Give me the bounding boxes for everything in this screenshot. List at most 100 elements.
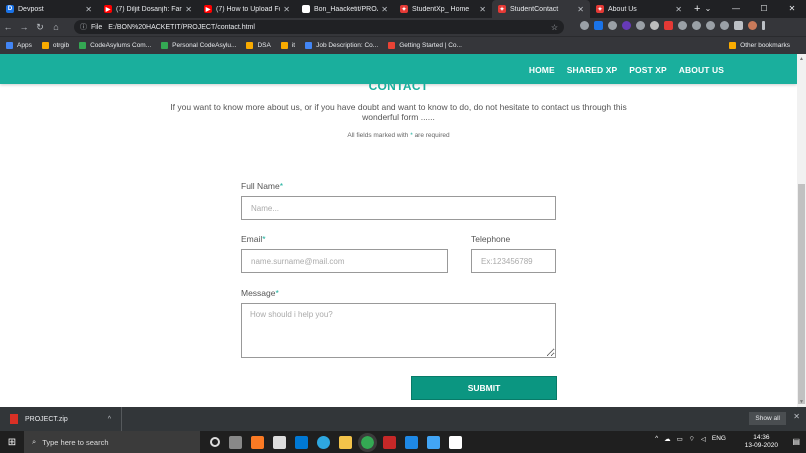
nav-link[interactable]: SHARED XP	[567, 65, 618, 75]
tab-label: (7) Diljit Dosanjh: Faruz	[116, 5, 183, 13]
bookmark-item[interactable]: Getting Started | Co...	[388, 42, 462, 49]
scrollbar-thumb[interactable]	[798, 184, 805, 404]
windows-start-icon[interactable]: ⊞	[0, 437, 24, 448]
download-item[interactable]: PROJECT.zip ^	[0, 407, 122, 431]
close-tab-icon[interactable]: ✕	[85, 5, 92, 14]
close-tab-icon[interactable]: ✕	[675, 5, 682, 14]
bookmark-item[interactable]: Apps	[6, 42, 32, 49]
message-textarea[interactable]	[241, 303, 556, 358]
other-bookmarks[interactable]: Other bookmarks	[729, 42, 790, 49]
scrollbar[interactable]: ▲ ▼	[797, 54, 806, 407]
minimize-icon[interactable]: —	[722, 0, 750, 18]
scroll-down-icon[interactable]: ▼	[799, 399, 804, 405]
volume-icon[interactable]: ◁	[701, 435, 706, 443]
bookmark-item[interactable]: CodeAsylums Com...	[79, 42, 151, 49]
message-label: Message*	[241, 288, 279, 298]
info-icon[interactable]: ⓘ	[80, 22, 87, 32]
extension-icon[interactable]	[580, 21, 589, 30]
browser-tab[interactable]: D Devpost ✕	[0, 0, 98, 18]
bookmark-label: CodeAsylums Com...	[90, 42, 152, 49]
bookmark-icon	[246, 42, 254, 49]
nav-link[interactable]: HOME	[529, 65, 555, 75]
tab-label: (7) How to Upload Fol	[216, 5, 281, 13]
browser-tab[interactable]: ▶ (7) How to Upload Fol ✕	[198, 0, 296, 18]
avatar[interactable]	[748, 21, 757, 30]
home-icon[interactable]: ⌂	[48, 22, 64, 32]
bookmark-item[interactable]: it	[280, 42, 295, 49]
puzzle-icon[interactable]	[734, 21, 743, 30]
maximize-icon[interactable]: ☐	[750, 0, 778, 18]
wifi-icon[interactable]: ⌔	[689, 434, 695, 443]
extension-icon[interactable]	[622, 21, 631, 30]
xampp-icon[interactable]	[251, 435, 264, 449]
address-url[interactable]: E:/BON%20HACKETIT/PROJECT/contact.html	[108, 24, 255, 31]
toolbar: ← → ↻ ⌂ ⓘ File E:/BON%20HACKETIT/PROJECT…	[0, 18, 806, 36]
close-tab-icon[interactable]: ✕	[577, 5, 584, 14]
bookmark-item[interactable]: Job Description: Co...	[305, 42, 378, 49]
browser-tab[interactable]: ✦ About Us ✕	[590, 0, 688, 18]
close-tab-icon[interactable]: ✕	[381, 5, 388, 14]
nav-link[interactable]: POST XP	[629, 65, 667, 75]
extension-icon[interactable]	[678, 21, 687, 30]
email-field[interactable]	[241, 249, 448, 273]
bookmark-item[interactable]: DSA	[246, 42, 271, 49]
submit-button[interactable]: SUBMIT	[411, 376, 557, 400]
reload-icon[interactable]: ↻	[32, 22, 48, 33]
chrome-icon[interactable]	[358, 432, 377, 452]
chevron-down-icon[interactable]: ⌄	[694, 0, 722, 18]
folder-icon	[729, 42, 737, 49]
menu-dots-icon[interactable]	[762, 21, 765, 30]
browser-tab[interactable]: ✦ StudentContact ✕	[492, 0, 590, 18]
close-tab-icon[interactable]: ✕	[185, 5, 192, 14]
bookmark-icon	[79, 42, 87, 49]
extension-icon[interactable]	[608, 21, 617, 30]
app-icon[interactable]	[383, 435, 396, 449]
store-icon[interactable]	[273, 435, 286, 449]
page-title: CONTACT	[368, 79, 429, 93]
address-bar[interactable]: ⓘ File E:/BON%20HACKETIT/PROJECT/contact…	[74, 20, 564, 34]
full-name-input[interactable]	[241, 196, 556, 220]
task-view-icon[interactable]	[229, 435, 242, 449]
extension-icon[interactable]	[594, 21, 603, 30]
vscode-icon[interactable]	[405, 435, 418, 449]
forward-icon[interactable]: →	[16, 22, 32, 32]
app-icon[interactable]	[449, 435, 462, 449]
chevron-up-icon[interactable]: ^	[655, 435, 658, 442]
file-explorer-icon[interactable]	[339, 435, 352, 449]
close-tab-icon[interactable]: ✕	[479, 5, 486, 14]
nav-link[interactable]: ABOUT US	[679, 65, 724, 75]
show-all-button[interactable]: Show all	[749, 412, 786, 425]
back-icon[interactable]: ←	[0, 22, 16, 32]
star-icon[interactable]: ☆	[551, 23, 558, 32]
tab-label: StudentXp_ Home	[412, 5, 470, 13]
browser-tab[interactable]: ✦ StudentXp_ Home ✕	[394, 0, 492, 18]
cortana-icon[interactable]	[210, 437, 220, 447]
close-tab-icon[interactable]: ✕	[283, 5, 290, 14]
edge-icon[interactable]	[317, 435, 330, 449]
network-icon[interactable]: ▭	[677, 435, 683, 443]
extension-icon[interactable]	[636, 21, 645, 30]
bookmark-item[interactable]: Personal CodeAsylu...	[161, 42, 236, 49]
bookmark-item[interactable]: otrgib	[41, 42, 69, 49]
bookmark-icon	[41, 42, 49, 49]
extension-icon[interactable]	[706, 21, 715, 30]
extension-icon[interactable]	[664, 21, 673, 30]
scroll-up-icon[interactable]: ▲	[799, 56, 804, 62]
mail-icon[interactable]	[295, 435, 308, 449]
extension-icon[interactable]	[720, 21, 729, 30]
extension-icon[interactable]	[692, 21, 701, 30]
close-icon[interactable]: ✕	[778, 0, 806, 18]
required-note: All fields marked with * are required	[0, 132, 797, 139]
browser-tab[interactable]: ▶ (7) Diljit Dosanjh: Faruz ✕	[98, 0, 198, 18]
notifications-icon[interactable]: ▤	[792, 437, 800, 446]
telephone-field[interactable]	[471, 249, 556, 273]
clock[interactable]: 14:36 13-09-2020	[745, 434, 778, 450]
browser-tab[interactable]: Bon_Haacketit/PROJEC✕	[296, 0, 394, 18]
taskbar-search[interactable]: ⌕ Type here to search	[24, 431, 200, 453]
close-icon[interactable]: ✕	[793, 412, 800, 421]
chevron-up-icon[interactable]: ^	[108, 416, 111, 423]
cloud-icon[interactable]: ☁	[664, 435, 671, 443]
extension-icon[interactable]	[650, 21, 659, 30]
lang-indicator[interactable]: ENG	[712, 435, 726, 442]
app-icon[interactable]	[427, 435, 440, 449]
